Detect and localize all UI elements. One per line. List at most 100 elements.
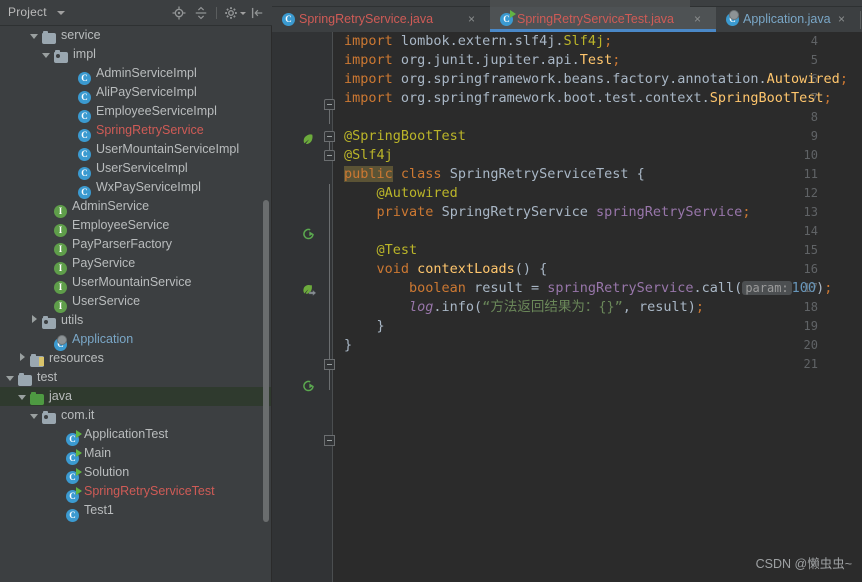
tree-item-label: PayService bbox=[72, 256, 136, 270]
chevron-down-icon[interactable] bbox=[240, 12, 246, 15]
tree-item-com-it[interactable]: com.it bbox=[0, 406, 271, 425]
project-panel-title[interactable]: Project bbox=[8, 5, 47, 19]
code-line-11[interactable]: public class SpringRetryServiceTest { bbox=[344, 165, 645, 184]
tree-item-label: UserService bbox=[72, 294, 141, 308]
chevron-right-icon[interactable] bbox=[30, 315, 39, 324]
project-tool-window: Project service impl C AdminServiceImpl … bbox=[0, 0, 272, 582]
code-line-9[interactable]: @SpringBootTest bbox=[344, 127, 466, 146]
tree-item-service[interactable]: service bbox=[0, 26, 271, 45]
line-number: 4 bbox=[810, 34, 818, 48]
code-line-18[interactable]: log.info(“方法返回结果为：{}”, result); bbox=[344, 298, 704, 317]
tree-item-employeeserviceimpl[interactable]: C EmployeeServiceImpl bbox=[0, 102, 271, 123]
tree-item-springretryservicetest[interactable]: C SpringRetryServiceTest bbox=[0, 482, 271, 503]
run-test-icon[interactable] bbox=[302, 379, 316, 393]
tree-item-wxpayserviceimpl[interactable]: C WxPayServiceImpl bbox=[0, 178, 271, 199]
editor-tab-springretryservice-java[interactable]: C SpringRetryService.java × bbox=[272, 7, 490, 32]
tree-item-resources[interactable]: resources bbox=[0, 349, 271, 368]
run-test-icon[interactable] bbox=[302, 227, 316, 241]
code-fold-marker[interactable] bbox=[324, 359, 335, 370]
project-file-tree[interactable]: service impl C AdminServiceImpl C AliPayServi… bbox=[0, 26, 271, 582]
tree-item-application[interactable]: C Application bbox=[0, 330, 271, 351]
spring-leaf-icon[interactable] bbox=[302, 133, 314, 145]
gear-settings-icon[interactable] bbox=[224, 6, 238, 20]
project-panel-scrollbar[interactable] bbox=[263, 200, 269, 522]
chevron-down-icon[interactable] bbox=[30, 30, 39, 39]
tree-item-label: AdminService bbox=[72, 199, 150, 213]
spring-bean-icon[interactable] bbox=[302, 284, 316, 298]
code-editor[interactable]: 4 5 6 7 8 9 10 11 12 13 14 15 16 17 18 1… bbox=[272, 32, 862, 582]
tree-item-label: Test1 bbox=[84, 503, 114, 517]
code-line-12[interactable]: @Autowired bbox=[344, 184, 458, 203]
code-fold-marker[interactable] bbox=[324, 435, 335, 446]
chevron-down-icon[interactable] bbox=[30, 410, 39, 419]
tree-item-userservice[interactable]: I UserService bbox=[0, 292, 271, 313]
window-top-strip bbox=[272, 0, 862, 7]
tree-item-applicationtest[interactable]: C ApplicationTest bbox=[0, 425, 271, 446]
line-number: 18 bbox=[803, 300, 818, 314]
tree-item-payservice[interactable]: I PayService bbox=[0, 254, 271, 275]
code-line-13[interactable]: private SpringRetryService springRetrySe… bbox=[344, 203, 751, 222]
code-line-16[interactable]: void contextLoads() { bbox=[344, 260, 548, 279]
editor-tab-springretryservicetest-java[interactable]: C SpringRetryServiceTest.java × bbox=[490, 7, 716, 32]
code-line-6[interactable]: import org.springframework.beans.factory… bbox=[344, 70, 848, 89]
editor-tab-application-java[interactable]: C Application.java × bbox=[716, 7, 860, 32]
locate-target-icon[interactable] bbox=[172, 6, 186, 20]
tree-item-usermountainserviceimpl[interactable]: C UserMountainServiceImpl bbox=[0, 140, 271, 161]
collapse-all-icon[interactable] bbox=[194, 6, 208, 20]
chevron-down-icon[interactable] bbox=[18, 391, 27, 400]
tree-item-alipayserviceimpl[interactable]: C AliPayServiceImpl bbox=[0, 83, 271, 104]
folder-package-icon bbox=[42, 411, 56, 424]
tree-item-adminserviceimpl[interactable]: C AdminServiceImpl bbox=[0, 64, 271, 85]
tree-item-main[interactable]: C Main bbox=[0, 444, 271, 465]
tree-item-label: UserMountainService bbox=[72, 275, 192, 289]
watermark-text: CSDN @懒虫虫~ bbox=[755, 557, 852, 571]
code-line-4[interactable]: import lombok.extern.slf4j.Slf4j; bbox=[344, 32, 612, 51]
code-line-7[interactable]: import org.springframework.boot.test.con… bbox=[344, 89, 832, 108]
chevron-right-icon[interactable] bbox=[18, 353, 27, 362]
editor-tab-label: SpringRetryService.java bbox=[299, 12, 434, 26]
tree-item-test1[interactable]: C Test1 bbox=[0, 501, 271, 522]
close-icon[interactable]: × bbox=[838, 7, 845, 32]
code-line-19[interactable]: } bbox=[344, 317, 385, 336]
code-line-15[interactable]: @Test bbox=[344, 241, 418, 260]
tree-item-employeeservice[interactable]: I EmployeeService bbox=[0, 216, 271, 237]
class-icon: C bbox=[282, 13, 295, 26]
editor-gutter[interactable] bbox=[272, 32, 332, 582]
close-icon[interactable]: × bbox=[468, 7, 475, 32]
hide-panel-icon[interactable] bbox=[250, 6, 264, 20]
chevron-down-icon[interactable] bbox=[6, 372, 15, 381]
tree-item-label: SpringRetryServiceTest bbox=[84, 484, 215, 498]
editor-tab-bar[interactable]: C SpringRetryService.java × C SpringRetrySer… bbox=[272, 7, 862, 32]
tree-item-usermountainservice[interactable]: I UserMountainService bbox=[0, 273, 271, 294]
tree-item-springretryservice[interactable]: C SpringRetryService bbox=[0, 121, 271, 142]
tree-item-userserviceimpl[interactable]: C UserServiceImpl bbox=[0, 159, 271, 180]
tree-item-java[interactable]: java bbox=[0, 387, 271, 406]
line-number: 11 bbox=[803, 167, 818, 181]
tree-item-label: impl bbox=[73, 47, 96, 61]
code-fold-marker[interactable] bbox=[324, 99, 335, 110]
code-line-10[interactable]: @Slf4j bbox=[344, 146, 393, 165]
line-number: 15 bbox=[803, 243, 818, 257]
tree-item-impl[interactable]: impl bbox=[0, 45, 271, 64]
code-line-5[interactable]: import org.junit.jupiter.api.Test; bbox=[344, 51, 620, 70]
chevron-down-icon[interactable] bbox=[42, 49, 51, 58]
code-fold-marker[interactable] bbox=[324, 150, 335, 161]
tree-item-utils[interactable]: utils bbox=[0, 311, 271, 330]
tree-item-solution[interactable]: C Solution bbox=[0, 463, 271, 484]
tree-item-payparserfactory[interactable]: I PayParserFactory bbox=[0, 235, 271, 256]
editor-tab-label: Application.java bbox=[743, 12, 831, 26]
tree-item-adminservice[interactable]: I AdminService bbox=[0, 197, 271, 218]
code-fold-marker[interactable] bbox=[324, 131, 335, 142]
code-line-20[interactable]: } bbox=[344, 336, 352, 355]
chevron-down-icon[interactable] bbox=[57, 11, 65, 15]
tree-item-test[interactable]: test bbox=[0, 368, 271, 387]
code-line-17[interactable]: boolean result = springRetryService.call… bbox=[344, 279, 832, 298]
